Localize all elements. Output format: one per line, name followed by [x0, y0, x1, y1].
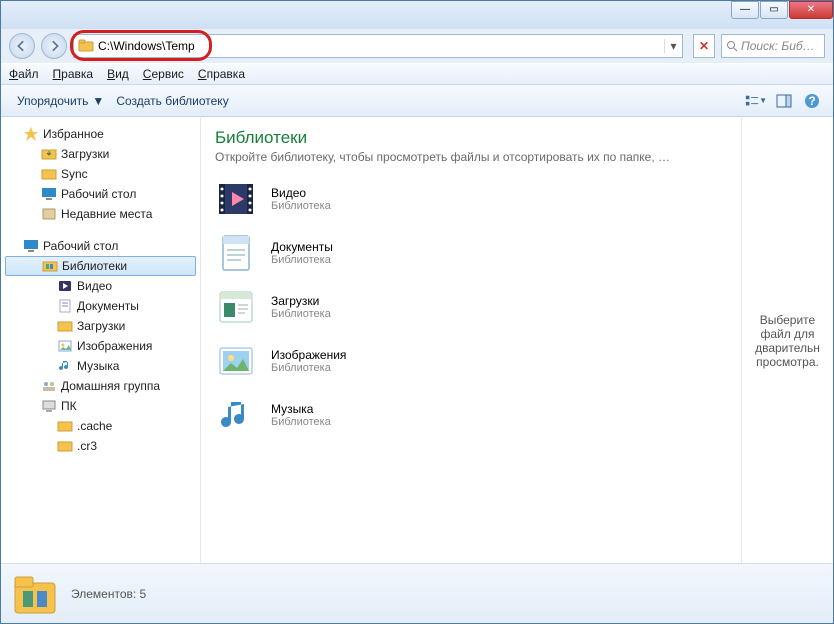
explorer-window: — ▭ ✕ C:\Windows\Temp C:\Windows\Temp ▾ … [0, 0, 834, 624]
chevron-down-icon: ▼ [92, 94, 104, 108]
svg-text:?: ? [808, 94, 815, 108]
sidebar-desktop-root[interactable]: Рабочий стол [1, 236, 200, 256]
sidebar: Избранное Загрузки Sync Рабочий стол Нед… [1, 118, 201, 563]
status-text: Элементов: 5 [71, 587, 146, 601]
desktop-icon [41, 186, 57, 202]
picture-icon [215, 340, 257, 382]
address-dropdown[interactable]: ▾ [664, 39, 682, 53]
address-clear-button[interactable]: ✕ [693, 34, 715, 58]
sidebar-lib-downloads[interactable]: Загрузки [1, 316, 200, 336]
video-icon [57, 278, 73, 294]
preview-pane-button[interactable] [773, 90, 795, 112]
library-item-documents[interactable]: ДокументыБиблиотека [215, 232, 727, 274]
organize-button[interactable]: Упорядочить ▼ [11, 94, 110, 108]
body: Избранное Загрузки Sync Рабочий стол Нед… [1, 117, 833, 563]
libraries-icon [11, 571, 59, 617]
close-button[interactable]: ✕ [789, 1, 833, 19]
folder-icon [78, 38, 94, 54]
sidebar-favorites[interactable]: Избранное [1, 124, 200, 144]
content-pane: Библиотеки Откройте библиотеку, чтобы пр… [201, 118, 741, 563]
forward-button[interactable] [41, 33, 67, 59]
status-bar: Элементов: 5 [1, 563, 833, 623]
menu-file[interactable]: Файл [9, 67, 39, 81]
video-icon [215, 178, 257, 220]
sidebar-item-sync[interactable]: Sync [1, 164, 200, 184]
folder-icon [57, 418, 73, 434]
library-item-music[interactable]: МузыкаБиблиотека [215, 394, 727, 436]
view-options-button[interactable]: ▼ [745, 90, 767, 112]
search-icon [726, 40, 738, 52]
menubar: Файл Правка Вид Сервис Справка [1, 63, 833, 85]
sidebar-homegroup[interactable]: Домашняя группа [1, 376, 200, 396]
sidebar-pc-cr3[interactable]: .cr3 [1, 436, 200, 456]
menu-service[interactable]: Сервис [143, 67, 184, 81]
downloads-icon [215, 286, 257, 328]
picture-icon [57, 338, 73, 354]
sidebar-pc-cache[interactable]: .cache [1, 416, 200, 436]
folder-icon [57, 438, 73, 454]
sidebar-item-downloads[interactable]: Загрузки [1, 144, 200, 164]
sidebar-pc[interactable]: ПК [1, 396, 200, 416]
sidebar-lib-documents[interactable]: Документы [1, 296, 200, 316]
folder-icon [41, 146, 57, 162]
homegroup-icon [41, 378, 57, 394]
create-library-button[interactable]: Создать библиотеку [110, 94, 234, 108]
computer-icon [41, 398, 57, 414]
page-title: Библиотеки [215, 128, 727, 148]
search-placeholder: Поиск: Биб… [741, 39, 815, 53]
main: Библиотеки Откройте библиотеку, чтобы пр… [201, 118, 833, 563]
folder-icon [41, 166, 57, 182]
library-item-pictures[interactable]: ИзображенияБиблиотека [215, 340, 727, 382]
star-icon [23, 126, 39, 142]
minimize-button[interactable]: — [731, 1, 759, 19]
toolbar: Упорядочить ▼ Создать библиотеку ▼ ? [1, 85, 833, 117]
page-subtitle: Откройте библиотеку, чтобы просмотреть ф… [215, 150, 727, 164]
sidebar-lib-pictures[interactable]: Изображения [1, 336, 200, 356]
menu-edit[interactable]: Правка [53, 67, 94, 81]
library-item-downloads[interactable]: ЗагрузкиБиблиотека [215, 286, 727, 328]
sidebar-lib-video[interactable]: Видео [1, 276, 200, 296]
search-input[interactable]: Поиск: Биб… [721, 34, 825, 58]
folder-icon [57, 318, 73, 334]
music-icon [57, 358, 73, 374]
music-icon [215, 394, 257, 436]
library-item-video[interactable]: ВидеоБиблиотека [215, 178, 727, 220]
preview-pane: Выберите файл для дварительн просмотра. [741, 118, 833, 563]
document-icon [57, 298, 73, 314]
address-text[interactable]: C:\Windows\Temp [98, 39, 664, 53]
sidebar-item-desktop[interactable]: Рабочий стол [1, 184, 200, 204]
titlebar: — ▭ ✕ [1, 1, 833, 29]
document-icon [215, 232, 257, 274]
desktop-icon [23, 238, 39, 254]
navigation-row: C:\Windows\Temp C:\Windows\Temp ▾ ✕ Поис… [1, 29, 833, 63]
recent-icon [41, 206, 57, 222]
maximize-button[interactable]: ▭ [760, 1, 788, 19]
menu-view[interactable]: Вид [107, 67, 129, 81]
help-button[interactable]: ? [801, 90, 823, 112]
sidebar-lib-music[interactable]: Музыка [1, 356, 200, 376]
address-bar[interactable]: C:\Windows\Temp C:\Windows\Temp ▾ [73, 34, 683, 58]
back-button[interactable] [9, 33, 35, 59]
preview-text: Выберите файл для дварительн просмотра. [748, 313, 827, 369]
menu-help[interactable]: Справка [198, 67, 245, 81]
libraries-icon [42, 258, 58, 274]
sidebar-item-recent[interactable]: Недавние места [1, 204, 200, 224]
sidebar-libraries[interactable]: Библиотеки [5, 256, 196, 276]
